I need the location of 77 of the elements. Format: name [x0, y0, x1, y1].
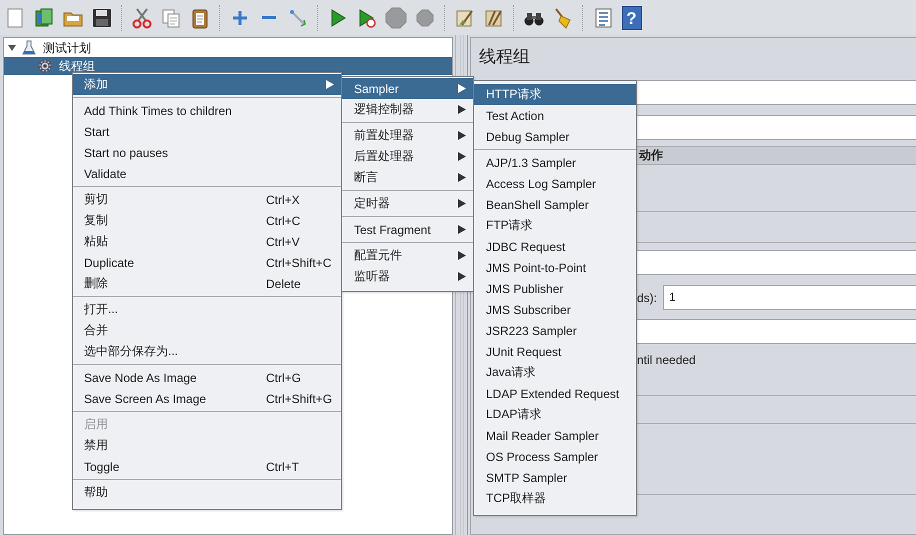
- shortcut-label: Ctrl+Shift+C: [266, 256, 332, 270]
- menu-item[interactable]: 监听器: [342, 266, 473, 287]
- menu-item[interactable]: JDBC Request: [474, 236, 636, 257]
- octagon-icon: [384, 6, 406, 28]
- flask-icon: [21, 40, 37, 56]
- shortcut-label: Delete: [266, 276, 302, 290]
- menu-item[interactable]: 粘贴 Ctrl+V: [73, 231, 341, 252]
- menu-item[interactable]: 后置处理器: [342, 146, 473, 167]
- shortcut-label: Ctrl+V: [266, 234, 301, 248]
- menu-item[interactable]: LDAP Extended Request: [474, 383, 636, 404]
- gear-icon: [37, 58, 53, 74]
- menu-item[interactable]: Test Fragment: [342, 219, 473, 240]
- input-field[interactable]: [637, 80, 916, 105]
- menu-item[interactable]: Save Node As Image Ctrl+G: [73, 367, 341, 388]
- menu-item[interactable]: 配置元件: [342, 245, 473, 266]
- menu-item[interactable]: FTP请求: [474, 215, 636, 236]
- menu-item[interactable]: 选中部分保存为...: [73, 341, 341, 362]
- menu-item[interactable]: OS Process Sampler: [474, 446, 636, 467]
- collapse-arrow-icon[interactable]: [7, 43, 17, 53]
- menu-item[interactable]: BeanShell Sampler: [474, 194, 636, 215]
- help-button[interactable]: ?: [617, 2, 646, 32]
- menu-item[interactable]: Validate: [73, 163, 341, 184]
- menu-item[interactable]: TCP取样器: [474, 488, 636, 509]
- menu-item[interactable]: 定时器: [342, 193, 473, 214]
- scissors-icon: [130, 6, 152, 28]
- menu-item[interactable]: Sampler: [342, 78, 473, 99]
- menu-item[interactable]: JUnit Request: [474, 341, 636, 362]
- input-field[interactable]: [637, 250, 916, 275]
- panel-title: 线程组: [479, 46, 530, 68]
- tree-item[interactable]: 测试计划: [4, 39, 452, 57]
- tree-item[interactable]: 线程组: [4, 57, 452, 75]
- menu-item[interactable]: Toggle Ctrl+T: [73, 456, 341, 477]
- menu-item[interactable]: Mail Reader Sampler: [474, 425, 636, 446]
- menu-item[interactable]: Duplicate Ctrl+Shift+C: [73, 252, 341, 273]
- option-label: ntil needed: [637, 352, 696, 368]
- menu-item[interactable]: 前置处理器: [342, 125, 473, 146]
- menu-item[interactable]: 删除 Delete: [73, 273, 341, 294]
- menu-item[interactable]: JMS Point-to-Point: [474, 257, 636, 278]
- menu-item[interactable]: HTTP请求: [474, 84, 636, 105]
- menu-item[interactable]: 合并: [73, 320, 341, 341]
- menu-item[interactable]: JMS Subscriber: [474, 299, 636, 320]
- menu-item[interactable]: 复制 Ctrl+C: [73, 210, 341, 231]
- menu-item[interactable]: Java请求: [474, 362, 636, 383]
- menu-item[interactable]: Start: [73, 121, 341, 142]
- menu-item[interactable]: 剪切 Ctrl+X: [73, 189, 341, 210]
- book-icon: [32, 6, 54, 28]
- menu-item[interactable]: JMS Publisher: [474, 278, 636, 299]
- menu-item[interactable]: Access Log Sampler: [474, 173, 636, 194]
- menu-item[interactable]: JSR223 Sampler: [474, 320, 636, 341]
- octagon-icon: [414, 6, 436, 28]
- shortcut-label: Ctrl+G: [266, 370, 302, 384]
- copy-icon: [160, 6, 182, 28]
- menu-item[interactable]: Add Think Times to children: [73, 100, 341, 121]
- shortcut-label: Ctrl+Shift+G: [266, 392, 334, 406]
- section-heading: 动作: [639, 147, 663, 164]
- menu-item[interactable]: AJP/1.3 Sampler: [474, 152, 636, 173]
- input-field[interactable]: [637, 115, 916, 140]
- input-field[interactable]: [637, 319, 916, 344]
- field-label: ds):: [637, 290, 658, 304]
- help-icon: ?: [622, 6, 642, 30]
- menu-item[interactable]: 断言: [342, 167, 473, 188]
- menu-item[interactable]: Debug Sampler: [474, 126, 636, 147]
- shortcut-label: Ctrl+T: [266, 460, 300, 474]
- menu-item[interactable]: Start no pauses: [73, 142, 341, 163]
- minus-icon: [262, 16, 276, 19]
- menu-item[interactable]: Save Screen As Image Ctrl+Shift+G: [73, 388, 341, 409]
- menu-item[interactable]: 逻辑控制器: [342, 99, 473, 120]
- input-field[interactable]: 1: [663, 285, 916, 310]
- shortcut-label: Ctrl+X: [266, 192, 301, 206]
- menu-item[interactable]: Test Action: [474, 105, 636, 126]
- menu-item[interactable]: SMTP Sampler: [474, 467, 636, 488]
- menu-item[interactable]: 打开...: [73, 299, 341, 320]
- menu-item[interactable]: LDAP请求: [474, 404, 636, 425]
- menu-item[interactable]: 帮助: [73, 482, 341, 503]
- menu-item[interactable]: 禁用: [73, 435, 341, 456]
- menu-item[interactable]: 添加: [73, 74, 341, 95]
- shortcut-label: Ctrl+C: [266, 214, 302, 228]
